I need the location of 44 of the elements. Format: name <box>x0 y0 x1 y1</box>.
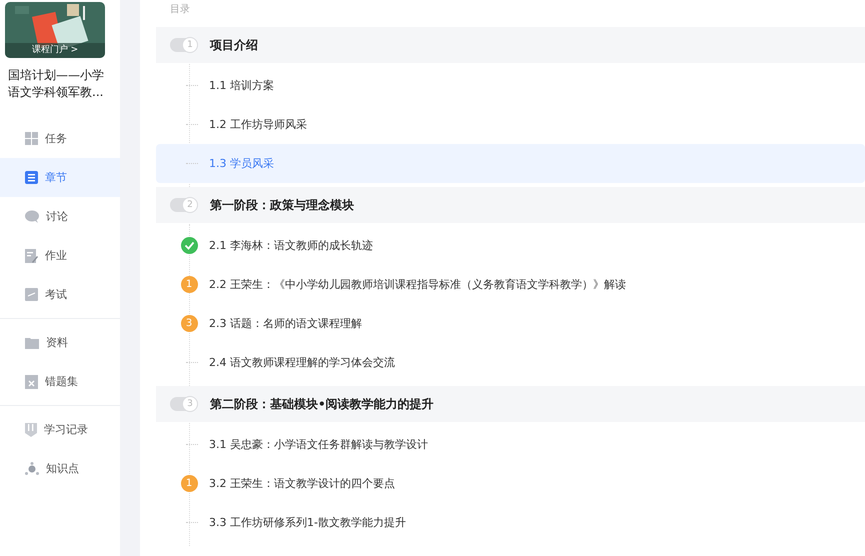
sidebar-item[interactable]: 作业 <box>0 236 120 275</box>
chapter-item[interactable]: 2.1 李海林：语文教师的成长轨迹 <box>156 226 865 265</box>
section-number-toggle: 2 <box>170 198 198 212</box>
section-header[interactable]: 3 第二阶段：基础模块•阅读教学能力的提升 <box>156 386 865 422</box>
count-badge: 3 <box>180 315 198 332</box>
list-icon <box>25 171 38 184</box>
count-badge: 1 <box>180 276 198 293</box>
count-badge: 1 <box>180 475 198 492</box>
section-number-toggle: 3 <box>170 397 198 411</box>
course-cover[interactable]: 课程门户 > <box>5 2 105 58</box>
chapter-item[interactable]: 1.3 学员风采 <box>156 144 865 183</box>
section-title: 第一阶段：政策与理念模块 <box>210 196 354 214</box>
section-title: 项目介绍 <box>210 36 258 54</box>
grid-icon <box>25 132 38 145</box>
folder-icon <box>25 336 39 348</box>
chapter-item[interactable]: 1.1 培训方案 <box>156 66 865 105</box>
document-pen-icon <box>25 248 38 262</box>
section-title: 第二阶段：基础模块•阅读教学能力的提升 <box>210 396 434 412</box>
chapter-item[interactable]: 2.4 语文教师课程理解的学习体会交流 <box>156 343 865 382</box>
sidebar-item[interactable]: 错题集 <box>0 362 120 401</box>
chat-bubble-icon <box>25 210 39 223</box>
sidebar-item[interactable]: 任务 <box>0 119 120 158</box>
course-portal-link[interactable]: 课程门户 > <box>5 43 105 58</box>
section-number-toggle: 1 <box>170 38 198 52</box>
exam-sheet-icon <box>25 288 38 301</box>
wrong-answer-icon <box>25 374 38 388</box>
sidebar-item[interactable]: 考试 <box>0 275 120 314</box>
sidebar-item[interactable]: 学习记录 <box>0 410 120 449</box>
chapter-item[interactable]: 1 3.2 王荣生：语文教学设计的四个要点 <box>156 464 865 503</box>
sidebar-item[interactable]: 讨论 <box>0 197 120 236</box>
chapter-item[interactable]: 3.3 工作坊研修系列1-散文教学能力提升 <box>156 503 865 542</box>
chapter-item[interactable]: 3.1 吴忠豪：小学语文任务群解读与教学设计 <box>156 425 865 464</box>
bookmark-icon <box>25 422 37 436</box>
nodes-icon <box>25 462 39 475</box>
chapter-item[interactable]: 1 2.2 王荣生：《中小学幼儿园教师培训课程指导标准（义务教育语文学科教学）》解读 <box>156 265 865 304</box>
sidebar-item[interactable]: 知识点 <box>0 449 120 488</box>
chapter-item[interactable]: 1.2 工作坊导师风采 <box>156 105 865 144</box>
section-header[interactable]: 1 项目介绍 <box>156 27 865 63</box>
course-title: 国培计划——小学语文学科领军教... <box>8 67 105 101</box>
section-header[interactable]: 2 第一阶段：政策与理念模块 <box>156 187 865 223</box>
sidebar-item[interactable]: 资料 <box>0 323 120 362</box>
sidebar-item[interactable]: 章节 <box>0 158 120 197</box>
chapter-item[interactable]: 3 2.3 话题：名师的语文课程理解 <box>156 304 865 343</box>
contents-heading: 目录 <box>170 4 190 15</box>
